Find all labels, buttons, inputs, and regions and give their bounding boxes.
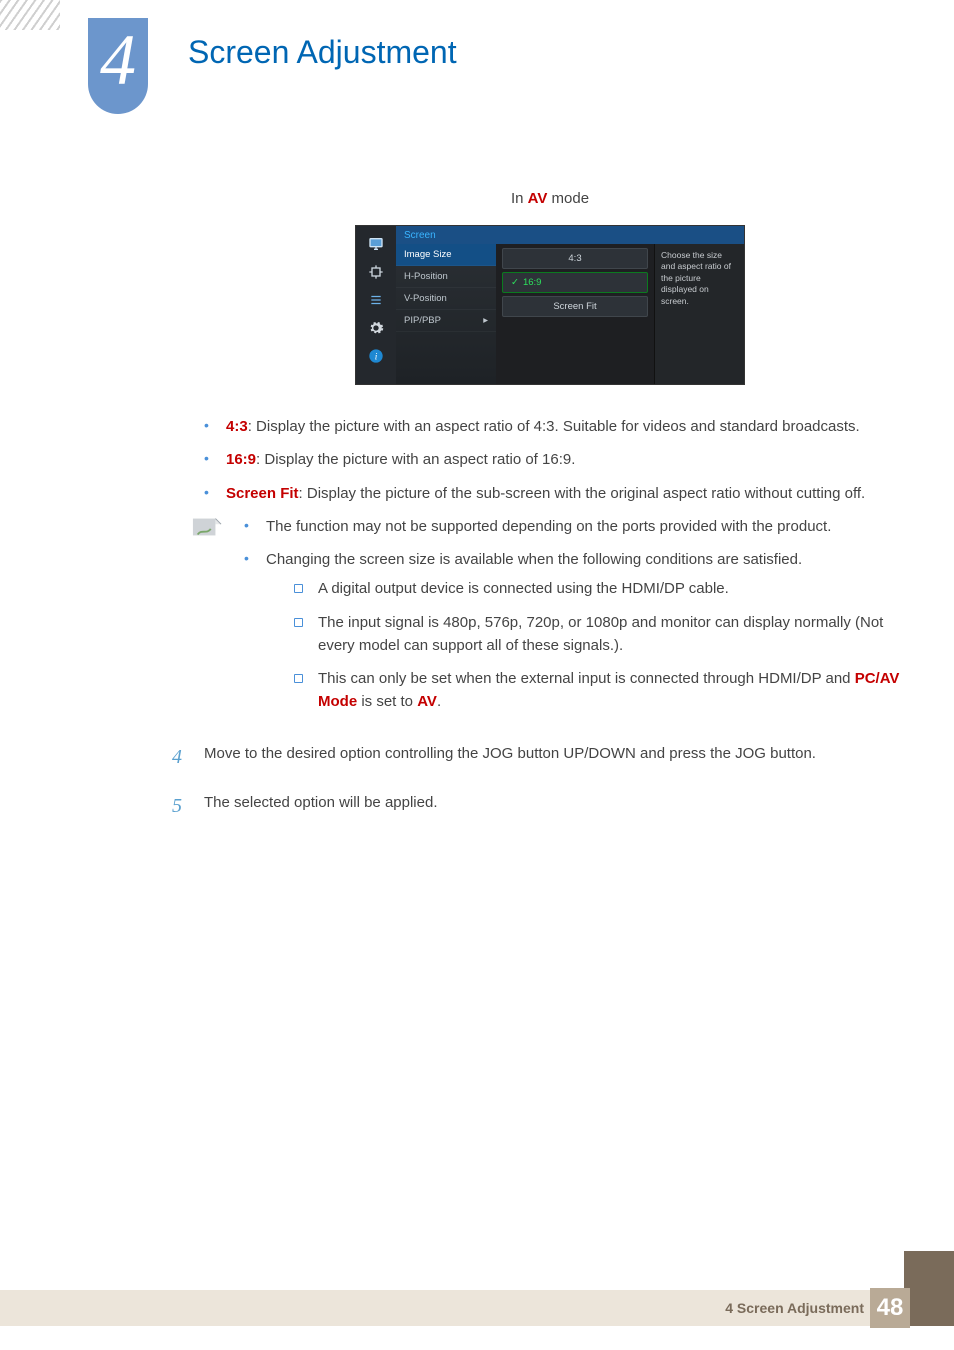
osd-header: Screen	[396, 226, 744, 244]
resize-icon	[367, 264, 385, 280]
info-icon: i	[367, 348, 385, 364]
osd-screenshot: i Screen Image Size H-Position V-Positio…	[355, 225, 745, 385]
osd-option-4-3: 4:3	[502, 248, 648, 269]
option-4-3-text: : Display the picture with an aspect rat…	[248, 418, 860, 435]
footer-label: 4 Screen Adjustment	[725, 1300, 864, 1316]
chapter-title: Screen Adjustment	[188, 34, 457, 71]
corner-hatch	[0, 0, 60, 30]
list-item: Changing the screen size is available wh…	[240, 548, 900, 714]
aspect-options-list: 4:3: Display the picture with an aspect …	[200, 415, 900, 505]
mode-caption: In AV mode	[200, 190, 900, 207]
osd-menu-v-position: V-Position	[396, 288, 496, 310]
chevron-right-icon: ▸	[483, 315, 488, 326]
option-4-3-label: 4:3	[226, 418, 248, 435]
list-item: The input signal is 480p, 576p, 720p, or…	[292, 611, 900, 658]
cond3-part-a: This can only be set when the external i…	[318, 670, 855, 687]
page-number-badge: 48	[870, 1288, 910, 1328]
osd-menu-image-size: Image Size	[396, 244, 496, 266]
chapter-number: 4	[100, 24, 136, 96]
osd-options: 4:3 16:9 Screen Fit	[496, 244, 654, 384]
list-item: This can only be set when the external i…	[292, 667, 900, 714]
list-item: 4:3: Display the picture with an aspect …	[200, 415, 900, 438]
gear-icon	[367, 320, 385, 336]
step-4-text: Move to the desired option controlling t…	[204, 742, 900, 773]
option-screen-fit-text: : Display the picture of the sub-screen …	[299, 485, 866, 502]
osd-menu: Image Size H-Position V-Position PIP/PBP…	[396, 244, 496, 384]
mode-keyword: AV	[528, 190, 548, 207]
osd-icon-column: i	[356, 226, 396, 384]
note-list: The function may not be supported depend…	[240, 515, 900, 714]
conditions-list: A digital output device is connected usi…	[266, 577, 900, 713]
cond3-kw-av: AV	[417, 693, 437, 710]
list-item: 16:9: Display the picture with an aspect…	[200, 448, 900, 471]
step-4: 4 Move to the desired option controlling…	[172, 742, 900, 773]
list-item: A digital output device is connected usi…	[292, 577, 900, 600]
step-5-text: The selected option will be applied.	[204, 791, 900, 822]
monitor-icon	[367, 236, 385, 252]
step-5-number: 5	[172, 791, 188, 822]
list-item: The function may not be supported depend…	[240, 515, 900, 538]
svg-text:i: i	[375, 352, 378, 362]
page-footer: 4 Screen Adjustment	[0, 1290, 954, 1326]
mode-suffix: mode	[547, 190, 589, 207]
osd-option-16-9: 16:9	[502, 272, 648, 293]
step-4-number: 4	[172, 742, 188, 773]
option-16-9-label: 16:9	[226, 451, 256, 468]
mode-prefix: In	[511, 190, 528, 207]
osd-menu-pip-pbp: PIP/PBP▸	[396, 310, 496, 332]
osd-option-screen-fit: Screen Fit	[502, 296, 648, 317]
note-block: The function may not be supported depend…	[192, 515, 900, 724]
option-screen-fit-label: Screen Fit	[226, 485, 299, 502]
osd-help-text: Choose the size and aspect ratio of the …	[654, 244, 744, 384]
cond3-part-b: is set to	[357, 693, 417, 710]
note-conditions-intro: Changing the screen size is available wh…	[266, 551, 802, 568]
list-icon	[367, 292, 385, 308]
cond3-part-c: .	[437, 693, 441, 710]
osd-menu-h-position: H-Position	[396, 266, 496, 288]
list-item: Screen Fit: Display the picture of the s…	[200, 482, 900, 505]
note-icon	[192, 515, 222, 539]
step-5: 5 The selected option will be applied.	[172, 791, 900, 822]
chapter-badge: 4	[88, 18, 148, 114]
option-16-9-text: : Display the picture with an aspect rat…	[256, 451, 575, 468]
side-tab	[904, 1251, 954, 1326]
